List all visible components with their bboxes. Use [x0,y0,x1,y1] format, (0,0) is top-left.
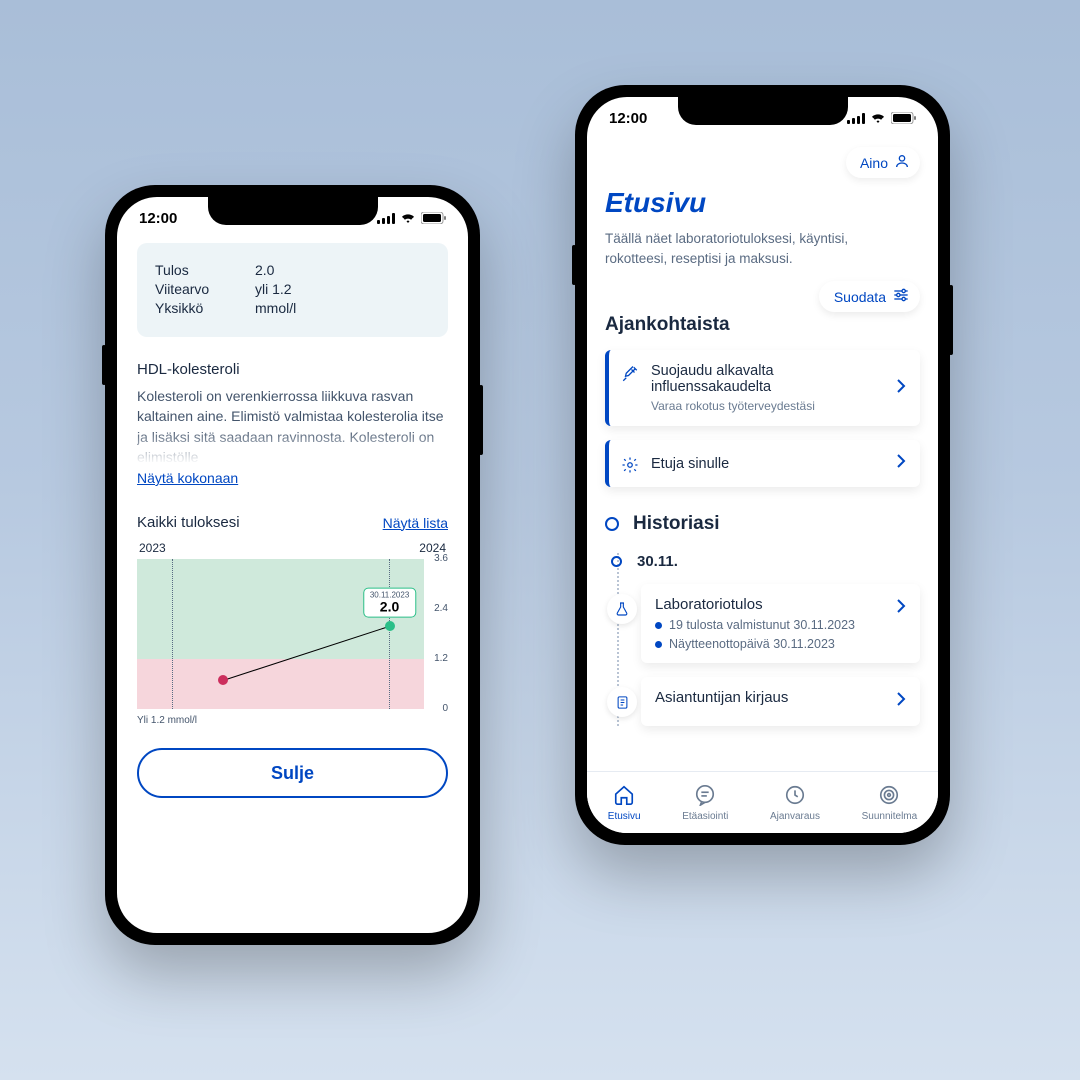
description-body: Kolesteroli on verenkierrossa liikkuva r… [137,386,448,464]
user-name: Aino [860,155,888,171]
info-val: 2.0 [255,262,274,278]
chevron-right-icon [896,378,906,399]
description-title: HDL-kolesteroli [137,361,448,378]
phone-right: 12:00 Aino Etusivu Täällä näet laborator… [575,85,950,845]
notch [678,97,848,125]
chart-ytick: 1.2 [426,653,448,664]
timeline-ring-icon [611,556,622,567]
status-icons [847,112,916,124]
sliders-icon [893,288,909,305]
chart-xlabel-start: 2023 [139,541,166,555]
chevron-right-icon [896,598,906,619]
section-title-current: Ajankohtaista [605,314,920,336]
timeline-card-title: Laboratoriotulos [655,596,906,613]
results-header: Kaikki tuloksesi Näytä lista [137,514,448,531]
expand-link[interactable]: Näytä kokonaan [137,470,238,486]
tab-remote[interactable]: Etäasiointi [682,784,728,822]
wifi-icon [870,112,886,124]
gear-icon [621,456,639,474]
card-meta: Varaa rokotus työterveydestäsi [651,399,884,413]
flask-icon [607,594,637,624]
info-val: yli 1.2 [255,281,292,297]
bullet-icon [655,641,662,648]
section-title-history: Historiasi [633,513,720,535]
chart-plot: 01.22.43.630.11.20232.0 [137,559,448,709]
timeline-date: 30.11. [637,553,920,570]
user-chip[interactable]: Aino [846,147,920,178]
person-icon [894,153,910,172]
notch [208,197,378,225]
tab-bar: Etusivu Etäasiointi Ajanvaraus Suunnitel… [587,771,938,833]
page-title: Etusivu [605,187,920,219]
show-list-link[interactable]: Näytä lista [383,515,448,531]
wifi-icon [400,212,416,224]
timeline-ring-icon [605,517,619,531]
filter-button[interactable]: Suodata [819,281,920,312]
card-benefits[interactable]: Etuja sinulle [605,440,920,487]
card-influenza[interactable]: Suojaudu alkavalta influenssakaudelta Va… [605,350,920,426]
battery-icon [891,112,916,124]
signal-icon [847,113,865,124]
info-val: mmol/l [255,300,296,316]
phone-left: 12:00 Tulos2.0 Viitearvoyli 1.2 Yksikköm… [105,185,480,945]
syringe-icon [621,365,639,383]
results-title: Kaikki tuloksesi [137,514,240,531]
card-title: Suojaudu alkavalta influenssakaudelta [651,363,884,395]
tab-booking[interactable]: Ajanvaraus [770,784,820,822]
timeline: 30.11. Laboratoriotulos 19 tulosta valmi… [611,553,920,726]
status-icons [377,212,446,224]
content: Tulos2.0 Viitearvoyli 1.2 Yksikkömmol/l … [117,243,468,798]
result-info-card: Tulos2.0 Viitearvoyli 1.2 Yksikkömmol/l [137,243,448,337]
tab-plan[interactable]: Suunnitelma [862,784,918,822]
chart-point [385,621,395,631]
info-key: Tulos [155,262,255,278]
chart-ytick: 2.4 [426,603,448,614]
screen: 12:00 Tulos2.0 Viitearvoyli 1.2 Yksikköm… [117,197,468,933]
clock-icon [784,784,806,809]
history-header: Historiasi [605,513,920,535]
info-key: Viitearvo [155,281,255,297]
timeline-card-lab[interactable]: Laboratoriotulos 19 tulosta valmistunut … [641,584,920,663]
home-icon [613,784,635,809]
note-icon [607,687,637,717]
chart-gridline [389,559,390,709]
tab-home[interactable]: Etusivu [608,784,641,822]
filter-label: Suodata [834,289,886,305]
chart-zone-low [137,659,424,709]
status-time: 12:00 [609,110,647,127]
card-title: Etuja sinulle [651,456,884,472]
signal-icon [377,213,395,224]
chart-gridline [172,559,173,709]
chevron-right-icon [896,453,906,474]
status-time: 12:00 [139,210,177,227]
screen: 12:00 Aino Etusivu Täällä näet laborator… [587,97,938,833]
info-key: Yksikkö [155,300,255,316]
close-button[interactable]: Sulje [137,748,448,798]
timeline-card-title: Asiantuntijan kirjaus [655,689,906,706]
chart: 2023 2024 01.22.43.630.11.20232.0 Yli 1.… [137,541,448,726]
chart-ytick: 3.6 [426,553,448,564]
timeline-card-note[interactable]: Asiantuntijan kirjaus [641,677,920,726]
content: Etusivu Täällä näet laboratoriotuloksesi… [587,187,938,726]
chart-callout: 30.11.20232.0 [363,587,416,617]
target-icon [878,784,900,809]
chart-ytick: 0 [426,703,448,714]
bullet-icon [655,622,662,629]
chart-footnote: Yli 1.2 mmol/l [137,715,448,726]
description-section: HDL-kolesteroli Kolesteroli on verenkier… [137,361,448,488]
chat-icon [694,784,716,809]
battery-icon [421,212,446,224]
chart-point [218,675,228,685]
chevron-right-icon [896,691,906,712]
page-subtitle: Täällä näet laboratoriotuloksesi, käynti… [605,229,920,268]
